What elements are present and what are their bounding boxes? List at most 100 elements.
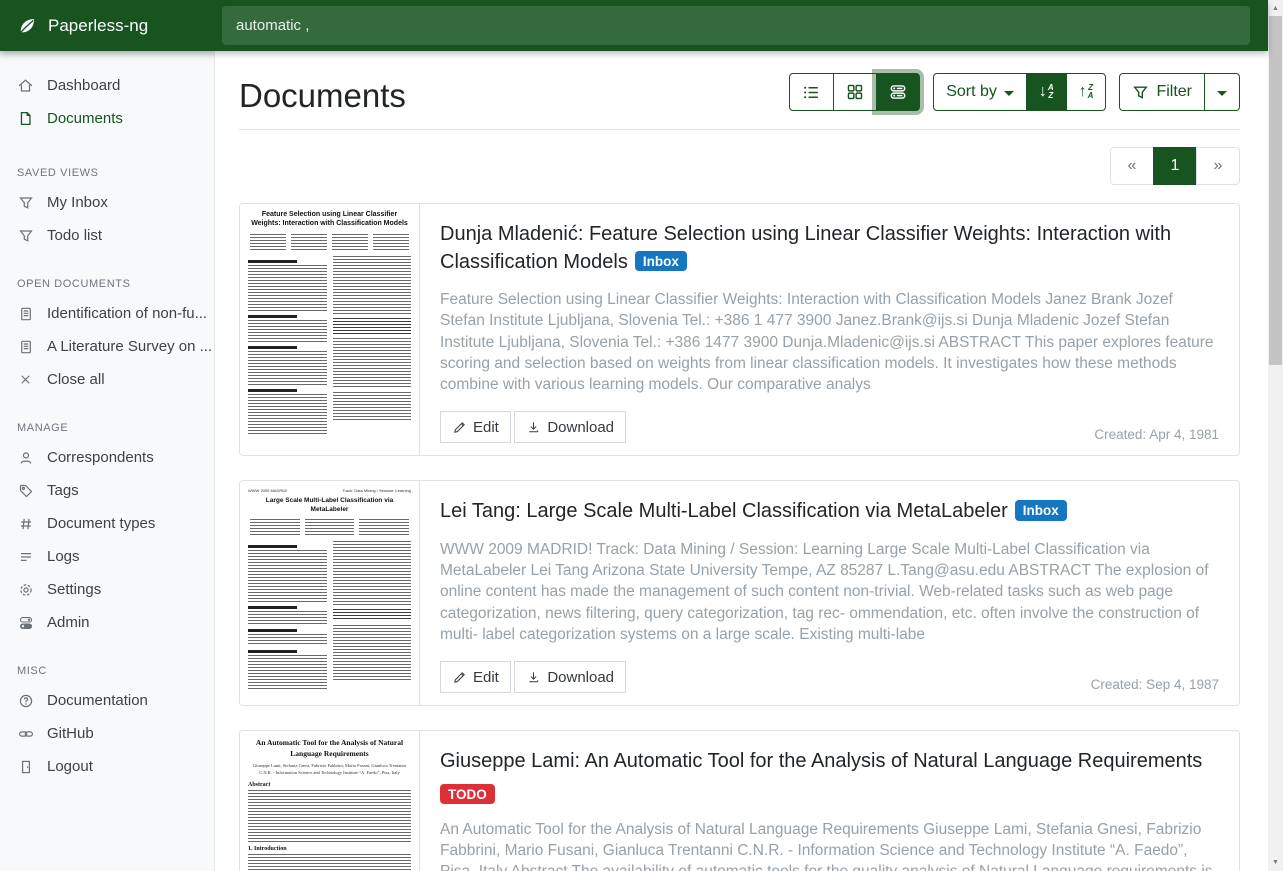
sidebar-item-label: Document types [47, 515, 155, 532]
person-icon [17, 449, 34, 466]
x-icon [17, 371, 34, 388]
scrollbar-thumb[interactable] [1269, 16, 1282, 365]
sidebar-heading-manage: MANAGE [0, 404, 214, 441]
sidebar-item-label: A Literature Survey on ... [47, 338, 212, 355]
thumbnail-authors [250, 519, 409, 535]
sidebar-heading-misc: MISC [0, 647, 214, 684]
sort-ascending-button[interactable]: ↑ZA [1066, 73, 1107, 111]
sidebar-item-my-inbox[interactable]: My Inbox [0, 186, 214, 219]
sidebar-item-label: Identification of non-fu... [47, 305, 207, 322]
sidebar-item-logout[interactable]: Logout [0, 750, 214, 783]
sidebar-item-correspondents[interactable]: Correspondents [0, 441, 214, 474]
edit-button[interactable]: Edit [440, 661, 511, 693]
thumbnail-title: An Automatic Tool for the Analysis of Na… [248, 738, 411, 759]
sort-group: Sort by ↓AZ ↑ZA [933, 73, 1106, 111]
filter-dropdown-button[interactable] [1204, 73, 1240, 111]
sidebar-item-open-doc-1[interactable]: Identification of non-fu... [0, 297, 214, 330]
document-thumbnail[interactable]: WWW 2009 MADRID!Track: Data Mining / Ses… [240, 481, 420, 705]
document-thumbnail[interactable]: Feature Selection using Linear Classifie… [240, 204, 420, 455]
search-input[interactable] [222, 6, 1250, 45]
document-card[interactable]: Feature Selection using Linear Classifie… [239, 203, 1240, 456]
download-button[interactable]: Download [514, 411, 626, 443]
scrollbar-down-arrow[interactable]: ▼ [1268, 855, 1283, 870]
thumbnail-authors: Giuseppe Lami, Stefania Gnesi, Fabrizio … [252, 763, 407, 777]
document-card[interactable]: WWW 2009 MADRID!Track: Data Mining / Ses… [239, 480, 1240, 706]
sidebar-item-label: Documentation [47, 692, 148, 709]
documents-icon [17, 110, 34, 127]
sort-descending-button[interactable]: ↓AZ [1026, 73, 1067, 111]
sidebar-item-label: Settings [47, 581, 101, 598]
brand[interactable]: Paperless-ng [0, 15, 215, 37]
chevron-down-icon [1004, 91, 1014, 96]
thumbnail-header: WWW 2009 MADRID!Track: Data Mining / Ses… [248, 488, 411, 493]
view-grid-button[interactable] [833, 73, 877, 111]
sidebar-item-todo-list[interactable]: Todo list [0, 219, 214, 252]
list-icon [17, 548, 34, 565]
sidebar-item-label: Close all [47, 371, 105, 388]
sidebar-item-label: Admin [47, 614, 90, 631]
pagination-prev-button[interactable]: « [1110, 147, 1154, 185]
document-title[interactable]: Giuseppe Lami: An Automatic Tool for the… [440, 748, 1219, 776]
edit-button[interactable]: Edit [440, 411, 511, 443]
pencil-icon [452, 670, 467, 685]
top-navbar: Paperless-ng [0, 0, 1268, 51]
filter-group: Filter [1119, 73, 1240, 111]
thumbnail-authors [250, 234, 409, 250]
pagination-page-1-button[interactable]: 1 [1153, 147, 1197, 185]
thumbnail-title: Feature Selection using Linear Classifie… [248, 211, 411, 229]
sort-by-button[interactable]: Sort by [933, 73, 1027, 111]
thumbnail-abstract-label: Abstract [248, 782, 411, 788]
todo-tag-badge[interactable]: TODO [440, 784, 495, 805]
thumbnail-intro-label: 1. Introduction [248, 846, 411, 852]
sidebar-item-dashboard[interactable]: Dashboard [0, 69, 214, 102]
scrollbar-up-arrow[interactable]: ▲ [1268, 1, 1283, 16]
view-details-button[interactable] [876, 73, 920, 111]
document-card-body: Giuseppe Lami: An Automatic Tool for the… [420, 731, 1239, 871]
document-thumbnail[interactable]: An Automatic Tool for the Analysis of Na… [240, 731, 420, 871]
pagination-next-button[interactable]: » [1196, 147, 1240, 185]
document-card-body: Dunja Mladenić: Feature Selection using … [420, 204, 1239, 455]
funnel-icon [17, 194, 34, 211]
document-excerpt: An Automatic Tool for the Analysis of Na… [440, 819, 1219, 871]
tag-icon [17, 482, 34, 499]
sidebar-item-label: Tags [47, 482, 79, 499]
inbox-tag-badge[interactable]: Inbox [1015, 500, 1067, 521]
toggles-icon [17, 614, 34, 631]
sidebar-item-close-all[interactable]: Close all [0, 363, 214, 396]
filter-button[interactable]: Filter [1119, 73, 1205, 111]
sidebar-item-document-types[interactable]: Document types [0, 507, 214, 540]
page-title: Documents [239, 78, 406, 114]
inbox-tag-badge[interactable]: Inbox [635, 251, 687, 272]
sidebar-item-documents[interactable]: Documents [0, 102, 214, 135]
question-circle-icon [17, 692, 34, 709]
vertical-scrollbar[interactable]: ▲ ▼ [1268, 0, 1283, 871]
document-list: Feature Selection using Linear Classifie… [239, 203, 1240, 871]
document-card[interactable]: An Automatic Tool for the Analysis of Na… [239, 730, 1240, 871]
thumbnail-title: Large Scale Multi-Label Classification v… [248, 497, 411, 514]
sidebar-item-admin[interactable]: Admin [0, 606, 214, 639]
grid-view-icon [846, 83, 864, 101]
sort-alpha-down-icon: ↓AZ [1039, 84, 1054, 101]
funnel-icon [17, 227, 34, 244]
view-list-button[interactable] [789, 73, 834, 111]
sidebar-item-open-doc-2[interactable]: A Literature Survey on ... [0, 330, 214, 363]
document-title[interactable]: Lei Tang: Large Scale Multi-Label Classi… [440, 498, 1219, 526]
funnel-icon [1132, 84, 1149, 101]
sidebar-item-label: Correspondents [47, 449, 154, 466]
created-date: Created: Apr 4, 1981 [1094, 427, 1219, 442]
sidebar-heading-saved-views: SAVED VIEWS [0, 149, 214, 186]
sidebar-item-documentation[interactable]: Documentation [0, 684, 214, 717]
download-icon [526, 670, 541, 685]
details-view-icon [889, 83, 907, 101]
hash-icon [17, 515, 34, 532]
document-title[interactable]: Dunja Mladenić: Feature Selection using … [440, 221, 1219, 276]
thumbnail-body [248, 541, 411, 691]
sidebar-item-settings[interactable]: Settings [0, 573, 214, 606]
download-button[interactable]: Download [514, 661, 626, 693]
file-text-icon [17, 305, 34, 322]
sidebar-item-label: GitHub [47, 725, 94, 742]
document-card-body: Lei Tang: Large Scale Multi-Label Classi… [420, 481, 1239, 705]
sidebar-item-tags[interactable]: Tags [0, 474, 214, 507]
sidebar-item-logs[interactable]: Logs [0, 540, 214, 573]
sidebar-item-github[interactable]: GitHub [0, 717, 214, 750]
